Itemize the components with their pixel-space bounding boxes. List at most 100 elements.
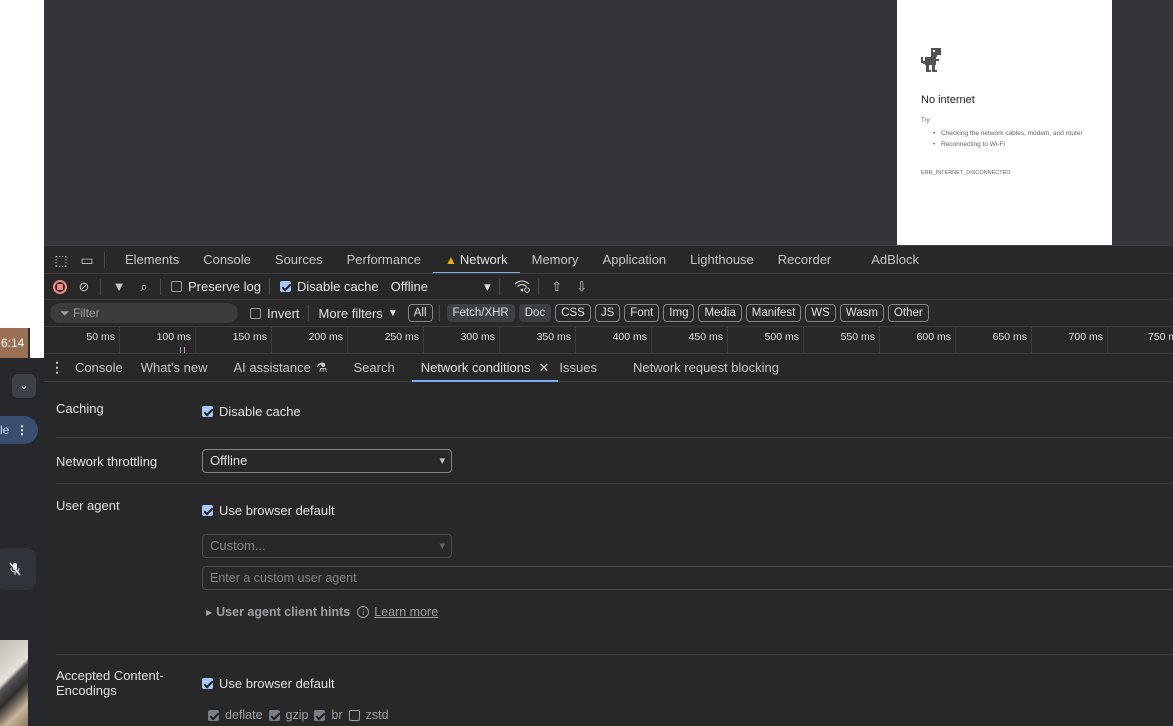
ua-custom-select[interactable]: Custom... [202, 534, 452, 558]
type-filter-manifest[interactable]: Manifest [745, 304, 802, 322]
divider [537, 278, 539, 295]
tab-elements[interactable]: Elements [113, 246, 191, 274]
drawer-tab-issues[interactable]: Issues [550, 354, 606, 381]
network-conditions-label: Network conditions [420, 360, 531, 375]
more-filters-dropdown[interactable]: More filters ▼ [319, 306, 398, 321]
page-title: No internet [921, 94, 975, 106]
type-filter-js[interactable]: JS [594, 304, 621, 322]
checkbox-unchecked-icon[interactable] [250, 307, 261, 319]
tab-recorder[interactable]: Recorder [766, 246, 843, 274]
inspect-element-icon[interactable]: ⬚ [52, 251, 70, 269]
mic-off-icon[interactable] [0, 548, 36, 590]
divider [160, 278, 161, 295]
dropdown-arrow-icon: ▼ [387, 307, 398, 319]
type-filter-ws[interactable]: WS [805, 304, 836, 322]
tab-network-label: Network [459, 251, 508, 267]
type-filter-fetch-xhr[interactable]: Fetch/XHR [446, 304, 515, 322]
timeline-tick: 500 ms [728, 327, 804, 354]
checkbox-checked-icon[interactable] [314, 709, 326, 721]
side-pill[interactable]: le ⋮ [0, 416, 38, 444]
tab-application[interactable]: Application [591, 246, 679, 274]
drawer-tab-ai-assistance[interactable]: AI assistance ⚗ [225, 354, 337, 381]
checkbox-checked-icon[interactable] [202, 406, 213, 417]
type-filter-font[interactable]: Font [624, 304, 660, 322]
import-har-icon[interactable]: ⇧ [549, 279, 565, 295]
divider [438, 305, 440, 321]
dino-icon[interactable] [921, 48, 943, 74]
side-pill-label: le [0, 423, 10, 437]
checkbox-checked-icon[interactable] [279, 281, 291, 292]
flask-icon: ⚗ [315, 360, 328, 375]
disable-cache-option[interactable]: Disable cache [202, 404, 301, 419]
type-filter-css[interactable]: CSS [555, 304, 591, 322]
throttle-value: Offline [390, 278, 428, 294]
suggestion-list: Checking the network cables, modem, and … [933, 128, 1083, 150]
more-vert-icon[interactable]: ⋮ [48, 359, 66, 376]
ua-browser-default-option[interactable]: Use browser default [202, 503, 335, 518]
encoding-deflate: deflate [225, 708, 263, 722]
drawer-tab-search[interactable]: Search [344, 354, 403, 381]
tab-performance[interactable]: Performance [335, 246, 433, 274]
timeline-tick: 250 ms [348, 327, 424, 354]
tab-sources[interactable]: Sources [263, 246, 335, 274]
invert-checkbox[interactable]: Invert [250, 306, 300, 321]
type-filter-all[interactable]: All [407, 304, 433, 322]
encoding-gzip: gzip [285, 708, 309, 722]
record-stop-icon[interactable] [53, 279, 67, 294]
network-toolbar: ⊘ ▼ ⌕ Preserve log Disable cache Offline… [44, 273, 1173, 299]
ua-browser-default-label: Use browser default [219, 503, 335, 518]
checkbox-checked-icon[interactable] [202, 678, 213, 689]
checkbox-unchecked-icon[interactable] [348, 709, 360, 721]
drawer-tab-network-conditions[interactable]: Network conditions ✕ [411, 354, 559, 382]
throttling-select[interactable]: Offline [202, 449, 452, 473]
checkbox-checked-icon[interactable] [268, 709, 280, 721]
close-icon[interactable]: ✕ [539, 360, 550, 375]
divider [268, 278, 270, 295]
type-filter-other[interactable]: Other [887, 304, 929, 322]
divider [100, 278, 101, 295]
checkbox-checked-icon[interactable] [202, 505, 213, 516]
preserve-log-checkbox[interactable]: Preserve log [171, 279, 261, 294]
drawer-tab-whats-new[interactable]: What's new [132, 354, 217, 381]
checkbox-unchecked-icon[interactable] [171, 281, 182, 292]
throttle-select[interactable]: Offline ▾ [391, 279, 491, 295]
device-toolbar-icon[interactable]: ▭ [78, 251, 96, 269]
checkbox-checked-icon[interactable] [208, 709, 219, 721]
encodings-label: Accepted Content-Encodings [56, 668, 164, 698]
timeline-marker-red [184, 347, 185, 353]
disable-cache-checkbox[interactable]: Disable cache [279, 279, 379, 294]
more-vert-icon[interactable]: ⋮ [16, 416, 28, 444]
filter-input[interactable]: ⏷ Filter [50, 303, 238, 323]
tab-network[interactable]: ▲ Network [433, 246, 520, 274]
export-har-icon[interactable]: ⇩ [574, 279, 590, 295]
type-filter-media[interactable]: Media [698, 304, 742, 322]
chevron-down-icon[interactable]: ⌄ [12, 374, 36, 398]
drawer-tab-console[interactable]: Console [66, 354, 132, 381]
error-code: ERR_INTERNET_DISCONNECTED [921, 170, 1011, 176]
ua-custom-input[interactable]: Enter a custom user agent [202, 566, 1173, 590]
throttling-label: Network throttling [56, 454, 158, 469]
learn-more-link[interactable]: Learn more [374, 605, 438, 619]
network-overview-timeline[interactable]: 50 ms 100 ms 150 ms 200 ms 250 ms 300 ms… [44, 326, 1173, 354]
drawer-tab-network-request-blocking[interactable]: Network request blocking [624, 354, 788, 381]
tab-console[interactable]: Console [191, 246, 263, 274]
clear-icon[interactable]: ⊘ [76, 279, 92, 295]
tab-adblock[interactable]: AdBlock [859, 246, 931, 274]
search-icon[interactable]: ⌕ [136, 279, 152, 295]
expand-triangle-icon[interactable]: ▶ [206, 608, 212, 617]
timeline-tick: 650 ms [956, 327, 1032, 354]
timeline-tick: 550 ms [804, 327, 880, 354]
warning-icon: ▲ [445, 252, 457, 267]
network-conditions-icon[interactable] [514, 279, 530, 295]
type-filter-wasm[interactable]: Wasm [839, 304, 884, 322]
enc-browser-default-option[interactable]: Use browser default [202, 676, 335, 691]
type-filter-img[interactable]: Img [663, 304, 695, 322]
timeline-tick: 350 ms [500, 327, 576, 354]
page-viewport: No internet Try: Checking the network ca… [44, 0, 1173, 245]
tab-lighthouse[interactable]: Lighthouse [678, 246, 766, 274]
type-filter-doc[interactable]: Doc [518, 304, 552, 322]
filter-icon[interactable]: ▼ [111, 279, 127, 295]
ua-client-hints[interactable]: ▶ User agent client hints i Learn more [206, 605, 438, 619]
tab-memory[interactable]: Memory [520, 246, 591, 274]
encoding-br: br [331, 708, 343, 722]
